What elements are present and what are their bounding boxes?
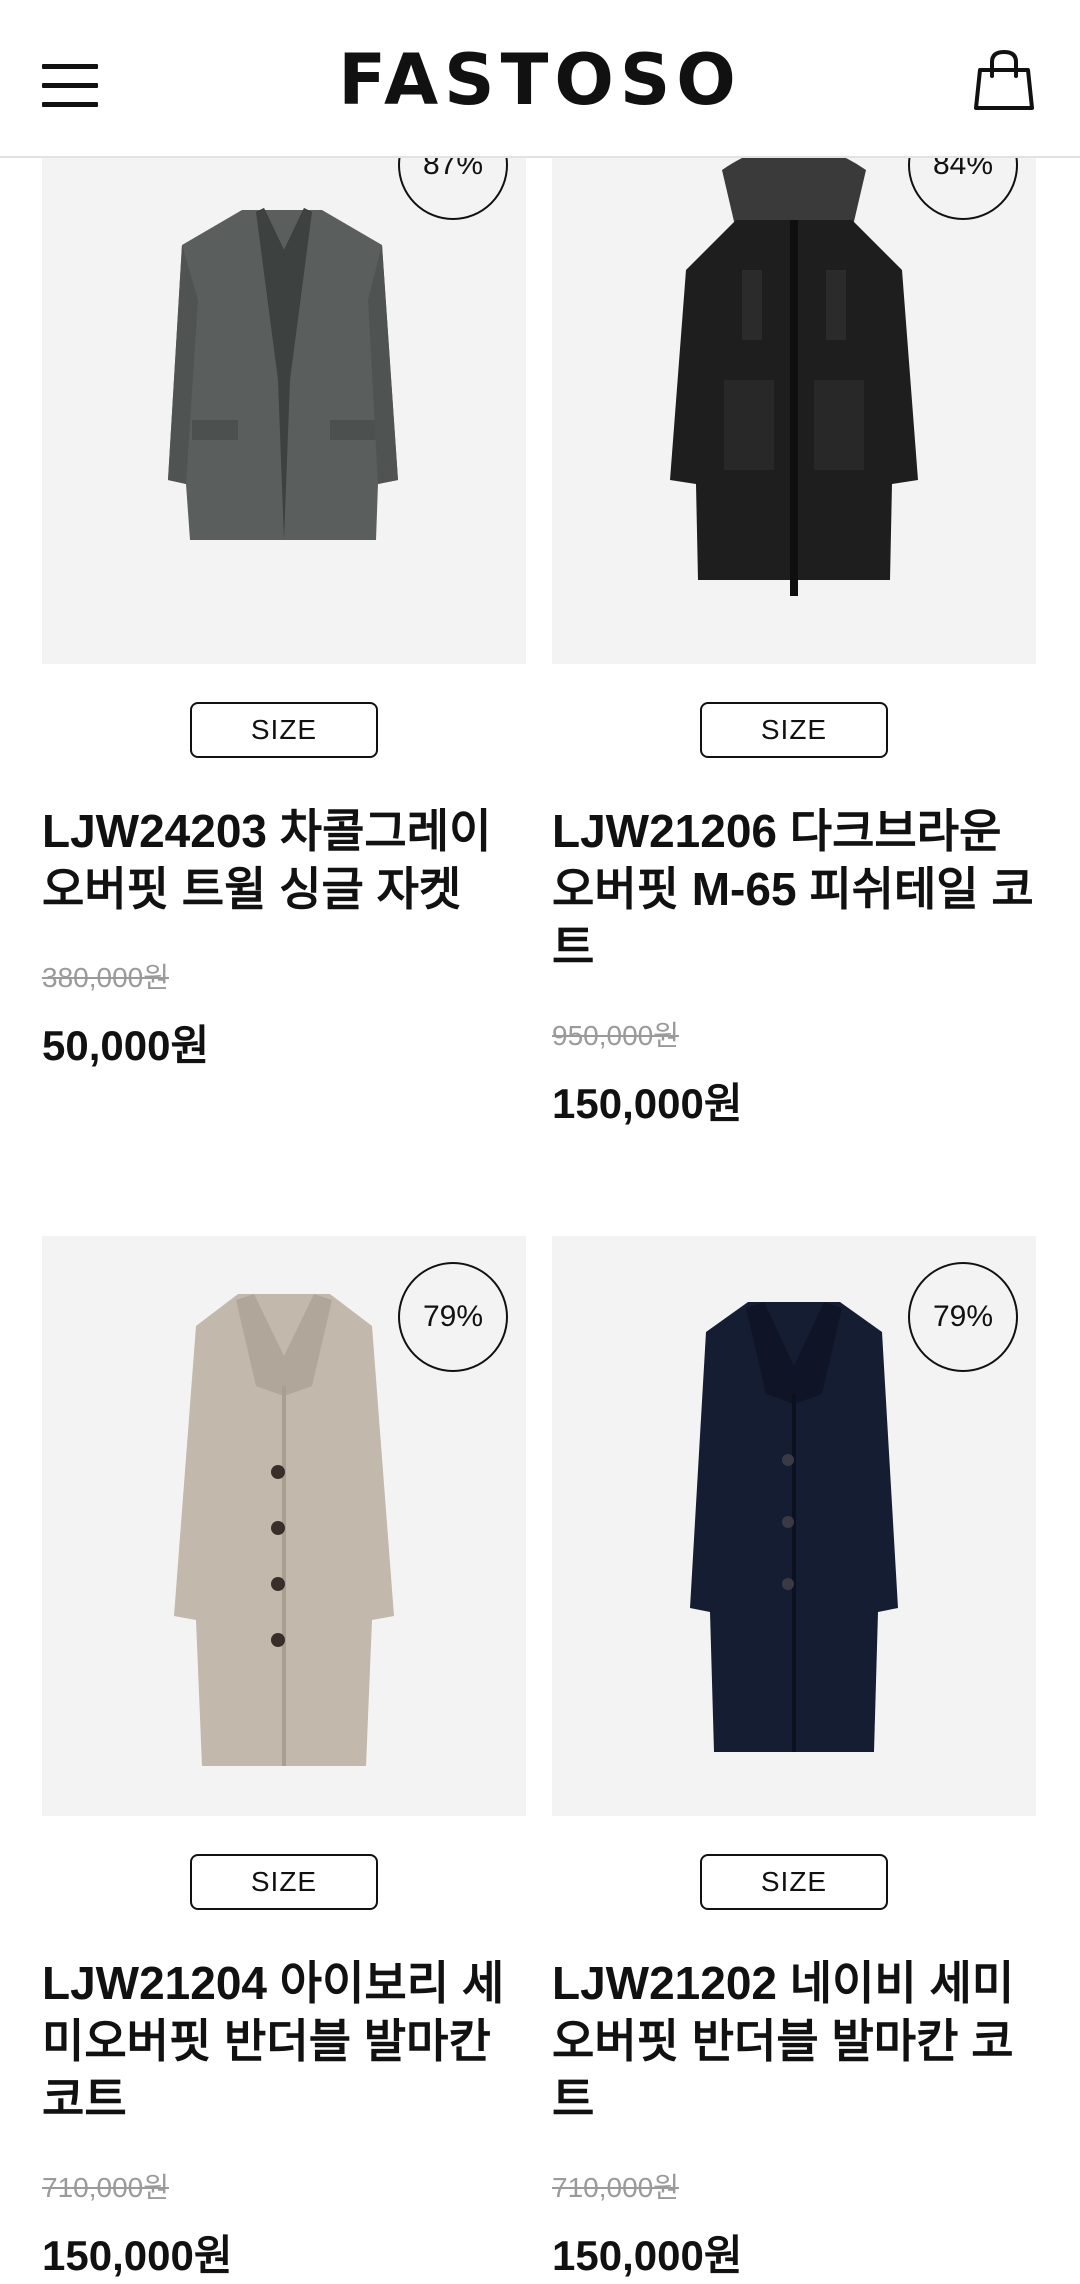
- size-button[interactable]: SIZE: [700, 1854, 888, 1910]
- brand-logo[interactable]: FASTOSO: [0, 40, 1080, 120]
- product-title[interactable]: LJW21202 네이비 세미오버핏 반더블 발마칸 코트: [552, 1954, 1036, 2128]
- sale-price: 50,000원: [42, 1022, 210, 1069]
- original-price: 710,000원: [552, 2172, 679, 2203]
- sale-price: 150,000원: [42, 2232, 233, 2279]
- size-button[interactable]: SIZE: [700, 702, 888, 758]
- shopping-bag-icon[interactable]: [972, 48, 1036, 112]
- product-card[interactable]: 79% SIZE LJW21202 네이비 세미오버핏 반더블 발마칸 코트 7…: [552, 1236, 1036, 2284]
- size-button[interactable]: SIZE: [190, 1854, 378, 1910]
- sale-price: 150,000원: [552, 2232, 743, 2279]
- original-price: 710,000원: [42, 2172, 169, 2203]
- product-card[interactable]: 79% SIZE LJW21204 아이보리 세미오버핏 반더블 발마칸 코트 …: [42, 1236, 526, 2284]
- discount-badge: 79%: [908, 1262, 1018, 1372]
- product-title[interactable]: LJW21204 아이보리 세미오버핏 반더블 발마칸 코트: [42, 1954, 526, 2128]
- discount-badge: 79%: [398, 1262, 508, 1372]
- product-title[interactable]: LJW21206 다크브라운 오버핏 M-65 피쉬테일 코트: [552, 802, 1036, 976]
- original-price: 380,000원: [42, 962, 169, 993]
- product-card[interactable]: 84% SIZE LJW21206 다크브라운 오버핏 M-65 피쉬테일 코트…: [552, 0, 1036, 1160]
- original-price: 950,000원: [552, 1020, 679, 1051]
- size-button[interactable]: SIZE: [190, 702, 378, 758]
- product-title[interactable]: LJW24203 차콜그레이 오버핏 트윌 싱글 자켓: [42, 802, 526, 918]
- sale-price: 150,000원: [552, 1080, 743, 1127]
- site-header: FASTOSO: [0, 0, 1080, 158]
- product-card[interactable]: 87% SIZE LJW24203 차콜그레이 오버핏 트윌 싱글 자켓 380…: [42, 0, 526, 1100]
